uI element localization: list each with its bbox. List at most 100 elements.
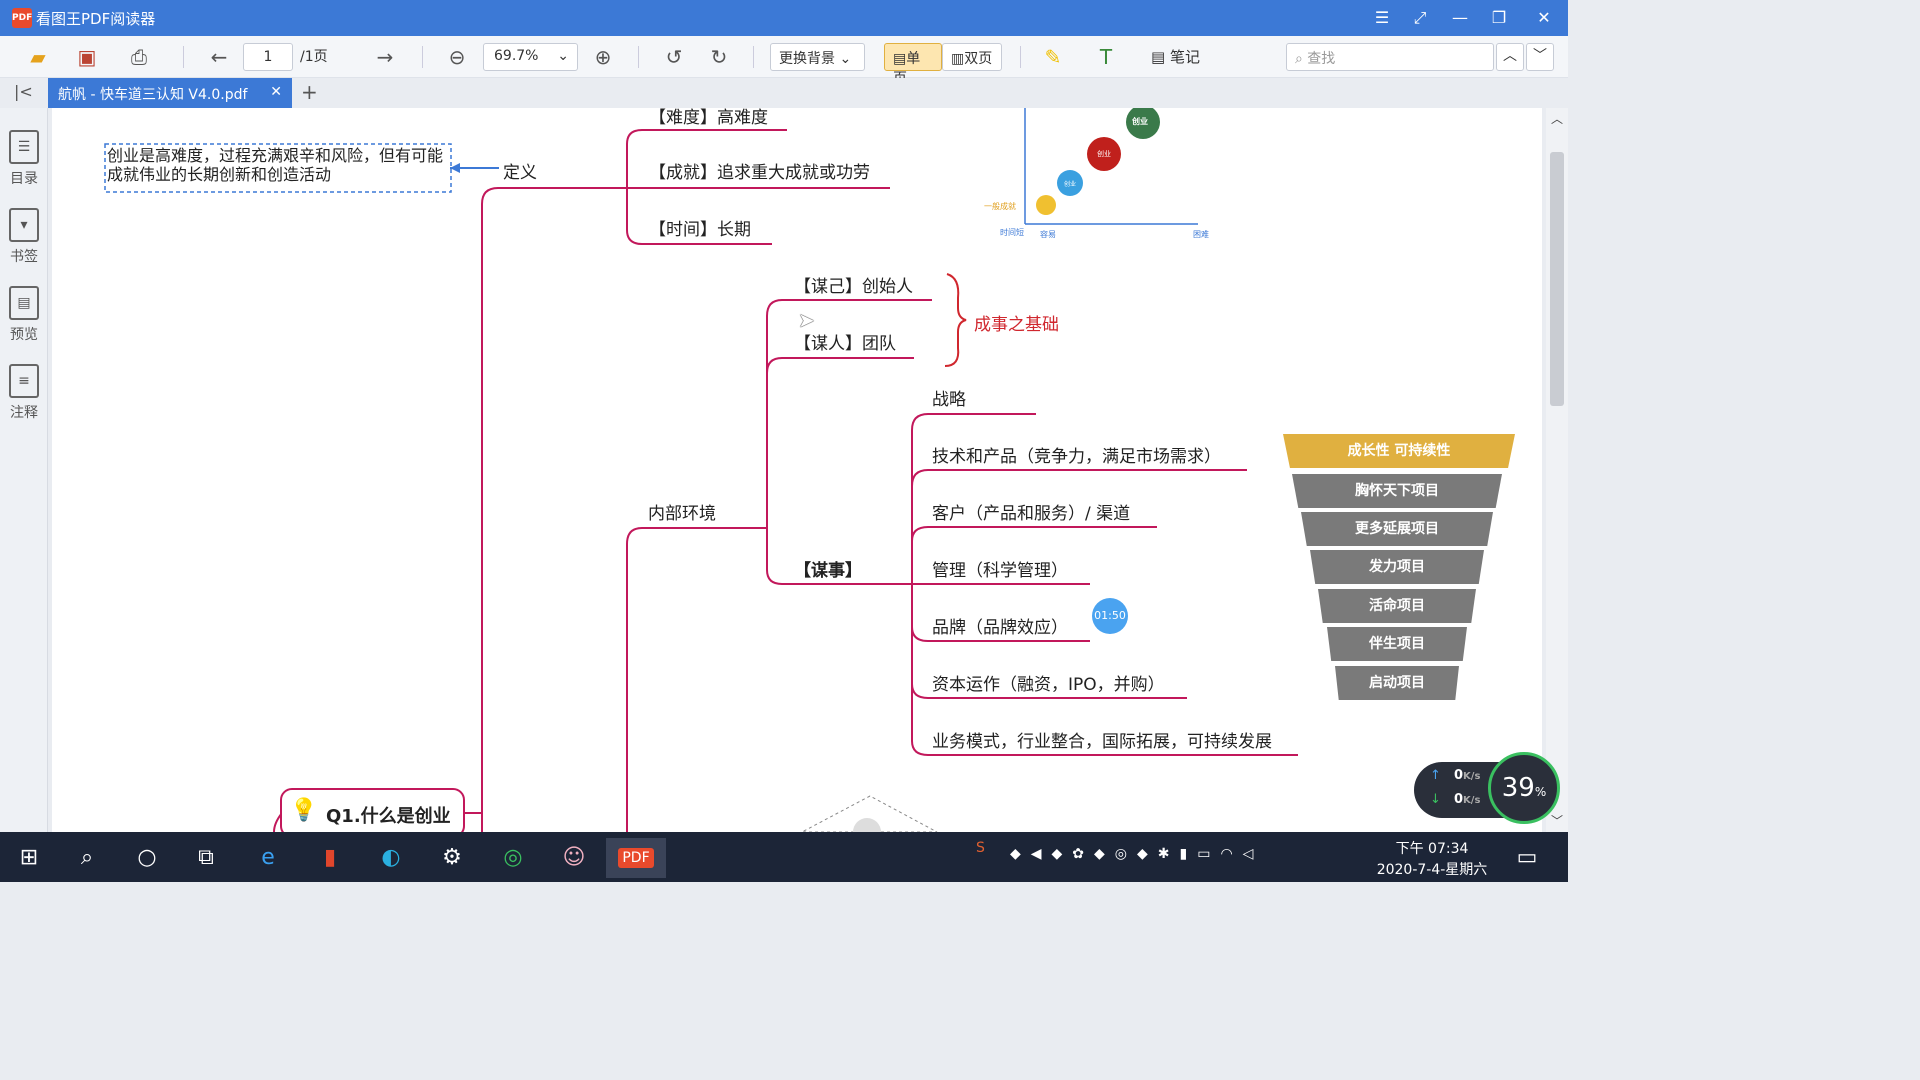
sogou-icon[interactable]: S (976, 840, 985, 856)
highlighter-icon[interactable]: ✎ (1039, 44, 1067, 70)
print-icon[interactable]: ⎙ (125, 44, 153, 70)
task-view-icon[interactable]: ⧉ (181, 838, 231, 878)
upload-speed: 0K/s (1454, 768, 1481, 783)
prev-page-icon[interactable]: ← (205, 44, 233, 70)
zoom-select[interactable]: 69.7% ⌄ (483, 43, 578, 71)
clock-date: 2020-7-4-星期六 (1376, 862, 1488, 878)
zoom-value: 69.7% (494, 48, 539, 64)
divider (638, 46, 639, 68)
funnel-step: 发力项目 (1310, 550, 1484, 584)
close-tab-icon[interactable]: ✕ (270, 84, 282, 100)
start-icon[interactable]: ⊞ (4, 838, 54, 878)
funnel-step: 伴生项目 (1327, 627, 1467, 661)
sidebar-item-label: 注释 (10, 405, 38, 421)
settings-icon[interactable]: ⚙ (427, 838, 477, 878)
search-icon: ⌕ (1295, 51, 1308, 67)
definition-label: 定义 (503, 163, 537, 183)
ie-icon[interactable]: e (243, 838, 293, 878)
avatar-app-icon[interactable]: ☺ (549, 838, 599, 878)
sidebar-item-label: 书签 (10, 249, 38, 265)
collapse-sidebar-icon[interactable]: |< (14, 82, 33, 101)
divider (183, 46, 184, 68)
chevron-down-icon: ⌄ (839, 51, 852, 67)
note-button[interactable]: ▤ 笔记 (1151, 44, 1200, 70)
app-logo-icon: PDF (12, 8, 32, 28)
bubble-label: 一般成就 (984, 202, 1016, 211)
change-background-button[interactable]: 更换背景 ⌄ (770, 43, 865, 71)
bubble-label: 创业 (1064, 181, 1077, 188)
bubble-label: 创业 (1097, 150, 1111, 158)
scroll-up-icon[interactable]: ︿ (1551, 110, 1563, 127)
inner-env-label: 内部环境 (648, 504, 716, 524)
affair-item: 战略 (932, 390, 966, 410)
timer-badge: 01:50 (1092, 598, 1128, 634)
menu-icon[interactable]: ☰ (1370, 6, 1394, 30)
search-prev-button[interactable]: ︿ (1496, 43, 1524, 71)
definition-text: 创业是高难度，过程充满艰辛和风险，但有可能成就伟业的长期创新和创造活动 (107, 146, 444, 184)
self-item: 【谋己】创始人 (794, 277, 913, 297)
sidebar-item-label: 目录 (10, 171, 38, 187)
clock-time: 下午 07:34 (1395, 841, 1469, 857)
scroll-down-icon[interactable]: ﹀ (1551, 812, 1563, 829)
fullscreen-icon[interactable]: ⤢ (1408, 6, 1432, 30)
divider (422, 46, 423, 68)
divider (1020, 46, 1021, 68)
sidebar-item-toc[interactable]: ☰ 目录 (0, 130, 48, 188)
close-button[interactable]: ✕ (1532, 6, 1556, 30)
double-page-icon: ▥ (951, 51, 965, 67)
page-input[interactable]: 1 (243, 43, 293, 71)
root-node: 💡 Q1.什么是创业 (280, 788, 465, 832)
minimize-button[interactable]: — (1448, 6, 1472, 30)
def-item-time: 【时间】长期 (649, 220, 751, 240)
double-page-button[interactable]: ▥双页 (942, 43, 1002, 71)
foundation-label: 成事之基础 (974, 315, 1059, 335)
search-icon[interactable]: ⌕ (62, 838, 112, 878)
rotate-left-icon[interactable]: ↺ (660, 44, 688, 70)
affair-item: 客户（产品和服务）/ 渠道 (932, 504, 1131, 524)
funnel-step: 更多延展项目 (1301, 512, 1493, 546)
single-page-button[interactable]: ▤单页 (884, 43, 942, 87)
sidebar-item-label: 预览 (10, 327, 38, 343)
save-icon[interactable]: ▣ (73, 44, 101, 70)
zoom-in-icon[interactable]: ⊕ (589, 44, 617, 70)
affair-item: 技术和产品（竞争力，满足市场需求） (932, 447, 1221, 467)
toolbar: ▰ ▣ ⎙ ← 1 /1页 → ⊖ 69.7% ⌄ ⊕ ↺ ↻ 更换背景 ⌄ ▤… (0, 36, 1568, 87)
left-sidebar: ☰ 目录 ▾ 书签 ▤ 预览 ≡ 注释 (0, 108, 48, 832)
affair-item: 品牌（品牌效应） (932, 618, 1068, 638)
preview-icon: ▤ (9, 286, 39, 320)
change-background-label: 更换背景 (779, 51, 835, 67)
office-icon[interactable]: ▮ (305, 838, 355, 878)
tray-icons[interactable]: ◆◀◆✿◆◎◆✱▮▭◠◁ (1010, 846, 1263, 862)
search-placeholder: 查找 (1307, 51, 1336, 67)
zoom-out-icon[interactable]: ⊖ (443, 44, 471, 70)
mouse-cursor-icon: ➤ (798, 308, 815, 332)
restore-button[interactable]: ❐ (1487, 6, 1511, 30)
lightbulb-icon: 💡 (290, 798, 318, 823)
search-next-button[interactable]: ﹀ (1526, 43, 1554, 71)
rotate-right-icon[interactable]: ↻ (705, 44, 733, 70)
text-tool-icon[interactable]: T (1092, 44, 1120, 70)
scrollbar-thumb[interactable] (1550, 152, 1564, 406)
edge-icon[interactable]: ◐ (366, 838, 416, 878)
next-page-icon[interactable]: → (371, 44, 399, 70)
vertical-scrollbar[interactable]: ︿ ﹀ (1546, 108, 1568, 832)
new-tab-icon[interactable]: + (301, 80, 318, 104)
funnel-step: 启动项目 (1335, 666, 1459, 700)
tab-document[interactable]: 航帆 - 快车道三认知 V4.0.pdf ✕ (48, 78, 292, 108)
annotation-icon: ≡ (9, 364, 39, 398)
cortana-icon[interactable]: ○ (122, 838, 172, 878)
open-folder-icon[interactable]: ▰ (24, 44, 52, 70)
pdf-reader-task-icon[interactable]: PDF (606, 838, 666, 878)
axis-label: 困难 (1193, 230, 1209, 239)
cpu-gauge[interactable]: 39% (1488, 752, 1560, 824)
sidebar-item-annotations[interactable]: ≡ 注释 (0, 364, 48, 422)
search-input[interactable]: ⌕ 查找 (1286, 43, 1494, 71)
wechat-icon[interactable]: ◎ (488, 838, 538, 878)
download-speed: 0K/s (1454, 792, 1481, 807)
sidebar-item-preview[interactable]: ▤ 预览 (0, 286, 48, 344)
funnel-step: 活命项目 (1318, 589, 1476, 623)
chevron-down-icon: ⌄ (557, 48, 569, 64)
sidebar-item-bookmarks[interactable]: ▾ 书签 (0, 208, 48, 266)
mindmap-lines (104, 108, 1298, 832)
notification-icon[interactable]: ▭ (1502, 838, 1552, 878)
